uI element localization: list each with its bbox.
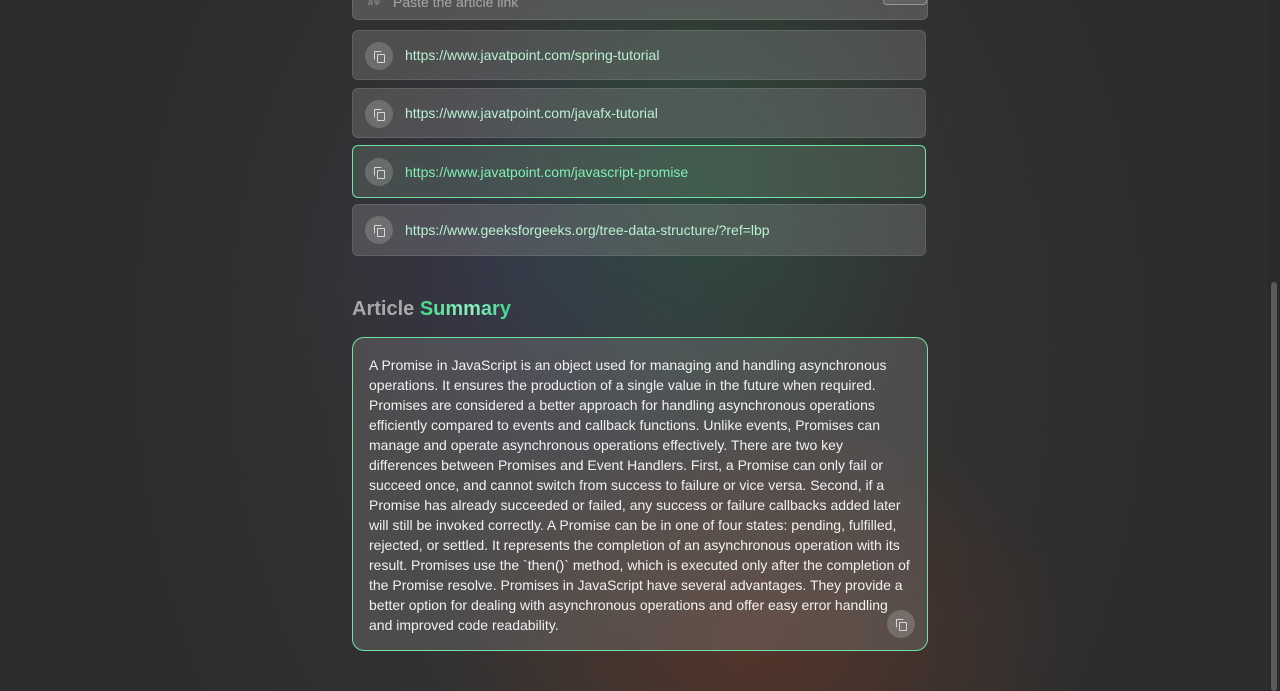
copy-icon bbox=[896, 618, 907, 631]
scrollbar-thumb[interactable] bbox=[1271, 282, 1277, 691]
scrollbar[interactable] bbox=[1268, 0, 1280, 691]
copy-icon bbox=[374, 50, 385, 63]
summary-heading-article: Article bbox=[352, 298, 415, 320]
copy-button[interactable] bbox=[365, 216, 393, 244]
copy-icon bbox=[374, 166, 385, 179]
history-item-url: https://www.javatpoint.com/javascript-pr… bbox=[405, 164, 689, 180]
history-item-url: https://www.javatpoint.com/javafx-tutori… bbox=[405, 105, 658, 121]
article-link-input[interactable] bbox=[393, 0, 853, 11]
history-item[interactable]: https://www.javatpoint.com/javafx-tutori… bbox=[352, 88, 926, 138]
history-item-url: https://www.javatpoint.com/spring-tutori… bbox=[405, 47, 660, 63]
enter-arrow-icon: ↵ bbox=[900, 0, 910, 1]
history-item[interactable]: https://www.javatpoint.com/spring-tutori… bbox=[352, 30, 926, 80]
summary-box: A Promise in JavaScript is an object use… bbox=[352, 337, 928, 651]
summary-heading-summary: Summary bbox=[419, 298, 511, 320]
copy-summary-button[interactable] bbox=[887, 610, 915, 638]
history-item-url: https://www.geeksforgeeks.org/tree-data-… bbox=[405, 222, 770, 238]
article-link-form: ⛓ ↵ bbox=[352, 0, 928, 20]
history-item-active[interactable]: https://www.javatpoint.com/javascript-pr… bbox=[352, 145, 926, 198]
summary-text: A Promise in JavaScript is an object use… bbox=[369, 357, 910, 633]
copy-icon bbox=[374, 224, 385, 237]
copy-button[interactable] bbox=[365, 42, 393, 70]
copy-button[interactable] bbox=[365, 100, 393, 128]
submit-button[interactable]: ↵ bbox=[883, 0, 927, 5]
copy-button[interactable] bbox=[365, 158, 393, 186]
summary-heading: Article Summary bbox=[352, 298, 511, 321]
link-icon: ⛓ bbox=[365, 0, 383, 5]
history-item[interactable]: https://www.geeksforgeeks.org/tree-data-… bbox=[352, 204, 926, 256]
copy-icon bbox=[374, 108, 385, 121]
